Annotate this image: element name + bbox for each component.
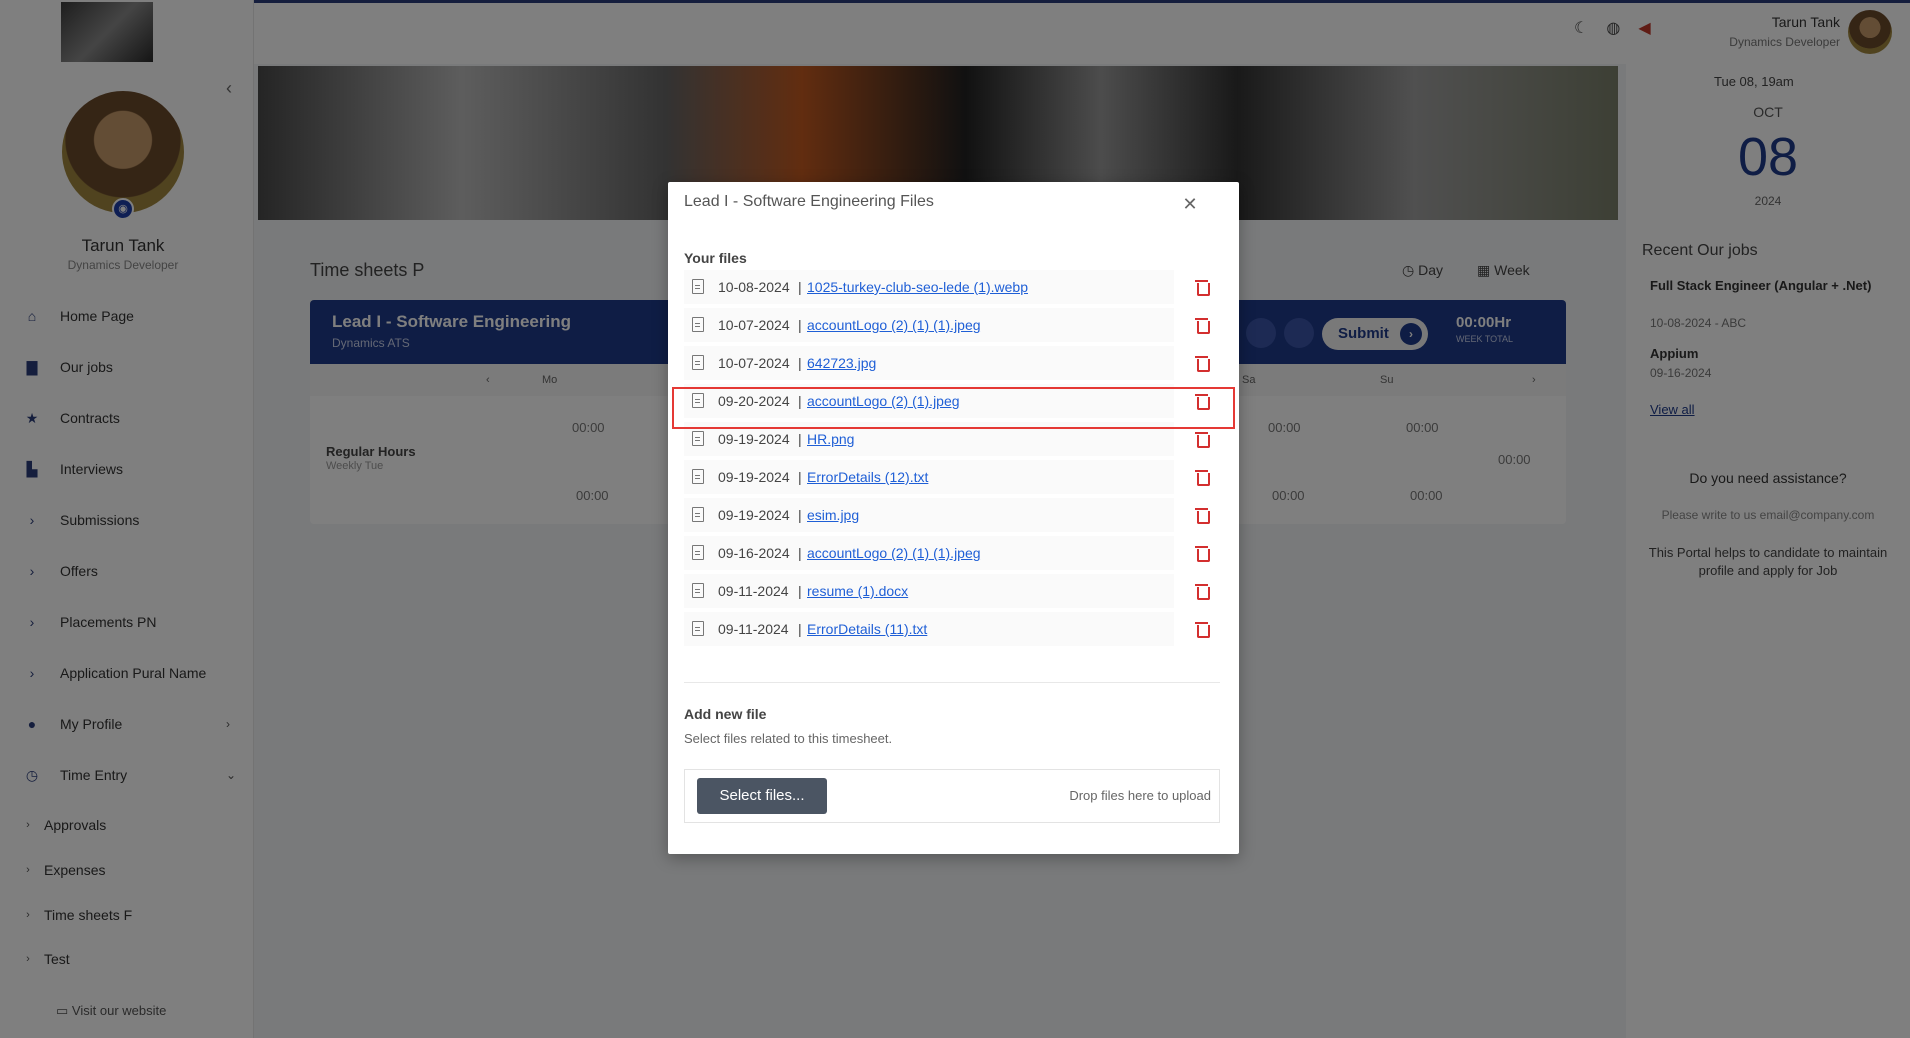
divider xyxy=(684,682,1220,683)
file-icon xyxy=(692,507,704,522)
selection-highlight xyxy=(672,387,1235,429)
file-date: 09-19-2024 xyxy=(718,469,790,485)
file-link[interactable]: ErrorDetails (12).txt xyxy=(807,469,928,485)
file-row: 09-11-2024 | ErrorDetails (11).txt xyxy=(684,610,1220,648)
trash-icon[interactable] xyxy=(1195,584,1210,600)
file-link[interactable]: accountLogo (2) (1) (1).jpeg xyxy=(807,545,981,561)
file-link[interactable]: resume (1).docx xyxy=(807,583,908,599)
trash-icon[interactable] xyxy=(1195,546,1210,562)
file-separator: | xyxy=(798,355,802,371)
file-link[interactable]: 1025-turkey-club-seo-lede (1).webp xyxy=(807,279,1028,295)
file-icon xyxy=(692,621,704,636)
file-row: 10-08-2024 | 1025-turkey-club-seo-lede (… xyxy=(684,268,1220,306)
file-date: 09-19-2024 xyxy=(718,507,790,523)
your-files-heading: Your files xyxy=(684,250,747,266)
modal-title: Lead I - Software Engineering Files xyxy=(684,193,934,210)
file-separator: | xyxy=(798,583,802,599)
file-link[interactable]: accountLogo (2) (1) (1).jpeg xyxy=(807,317,981,333)
file-icon xyxy=(692,431,704,446)
trash-icon[interactable] xyxy=(1195,622,1210,638)
file-separator: | xyxy=(798,469,802,485)
file-row: 09-19-2024 | esim.jpg xyxy=(684,496,1220,534)
file-link[interactable]: ErrorDetails (11).txt xyxy=(807,621,927,637)
file-separator: | xyxy=(798,507,802,523)
trash-icon[interactable] xyxy=(1195,432,1210,448)
file-separator: | xyxy=(798,317,802,333)
trash-icon[interactable] xyxy=(1195,356,1210,372)
file-date: 10-07-2024 xyxy=(718,355,790,371)
trash-icon[interactable] xyxy=(1195,508,1210,524)
file-icon xyxy=(692,355,704,370)
file-row: 09-16-2024 | accountLogo (2) (1) (1).jpe… xyxy=(684,534,1220,572)
files-modal: Lead I - Software Engineering Files ✕ Yo… xyxy=(668,182,1239,854)
trash-icon[interactable] xyxy=(1195,470,1210,486)
file-row: 09-19-2024 | ErrorDetails (12).txt xyxy=(684,458,1220,496)
file-icon xyxy=(692,279,704,294)
trash-icon[interactable] xyxy=(1195,280,1210,296)
file-date: 10-08-2024 xyxy=(718,279,790,295)
file-date: 09-11-2024 xyxy=(718,583,789,599)
add-file-heading: Add new file xyxy=(684,706,767,722)
file-separator: | xyxy=(798,431,802,447)
file-separator: | xyxy=(798,279,802,295)
file-row: 10-07-2024 | accountLogo (2) (1) (1).jpe… xyxy=(684,306,1220,344)
file-icon xyxy=(692,545,704,560)
file-link[interactable]: 642723.jpg xyxy=(807,355,876,371)
upload-dropzone[interactable]: Select files... Drop files here to uploa… xyxy=(684,769,1220,823)
add-file-hint: Select files related to this timesheet. xyxy=(684,731,893,746)
file-separator: | xyxy=(798,545,802,561)
file-row: 10-07-2024 | 642723.jpg xyxy=(684,344,1220,382)
trash-icon[interactable] xyxy=(1195,318,1210,334)
file-separator: | xyxy=(798,621,802,637)
select-files-button[interactable]: Select files... xyxy=(697,778,827,814)
close-icon[interactable]: ✕ xyxy=(1178,192,1202,216)
file-link[interactable]: HR.png xyxy=(807,431,854,447)
file-row: 09-11-2024 | resume (1).docx xyxy=(684,572,1220,610)
file-icon xyxy=(692,583,704,598)
file-icon xyxy=(692,317,704,332)
file-date: 10-07-2024 xyxy=(718,317,790,333)
file-icon xyxy=(692,469,704,484)
drop-files-hint: Drop files here to upload xyxy=(1069,788,1211,803)
file-date: 09-16-2024 xyxy=(718,545,790,561)
file-date: 09-11-2024 xyxy=(718,621,789,637)
file-date: 09-19-2024 xyxy=(718,431,790,447)
file-link[interactable]: esim.jpg xyxy=(807,507,859,523)
